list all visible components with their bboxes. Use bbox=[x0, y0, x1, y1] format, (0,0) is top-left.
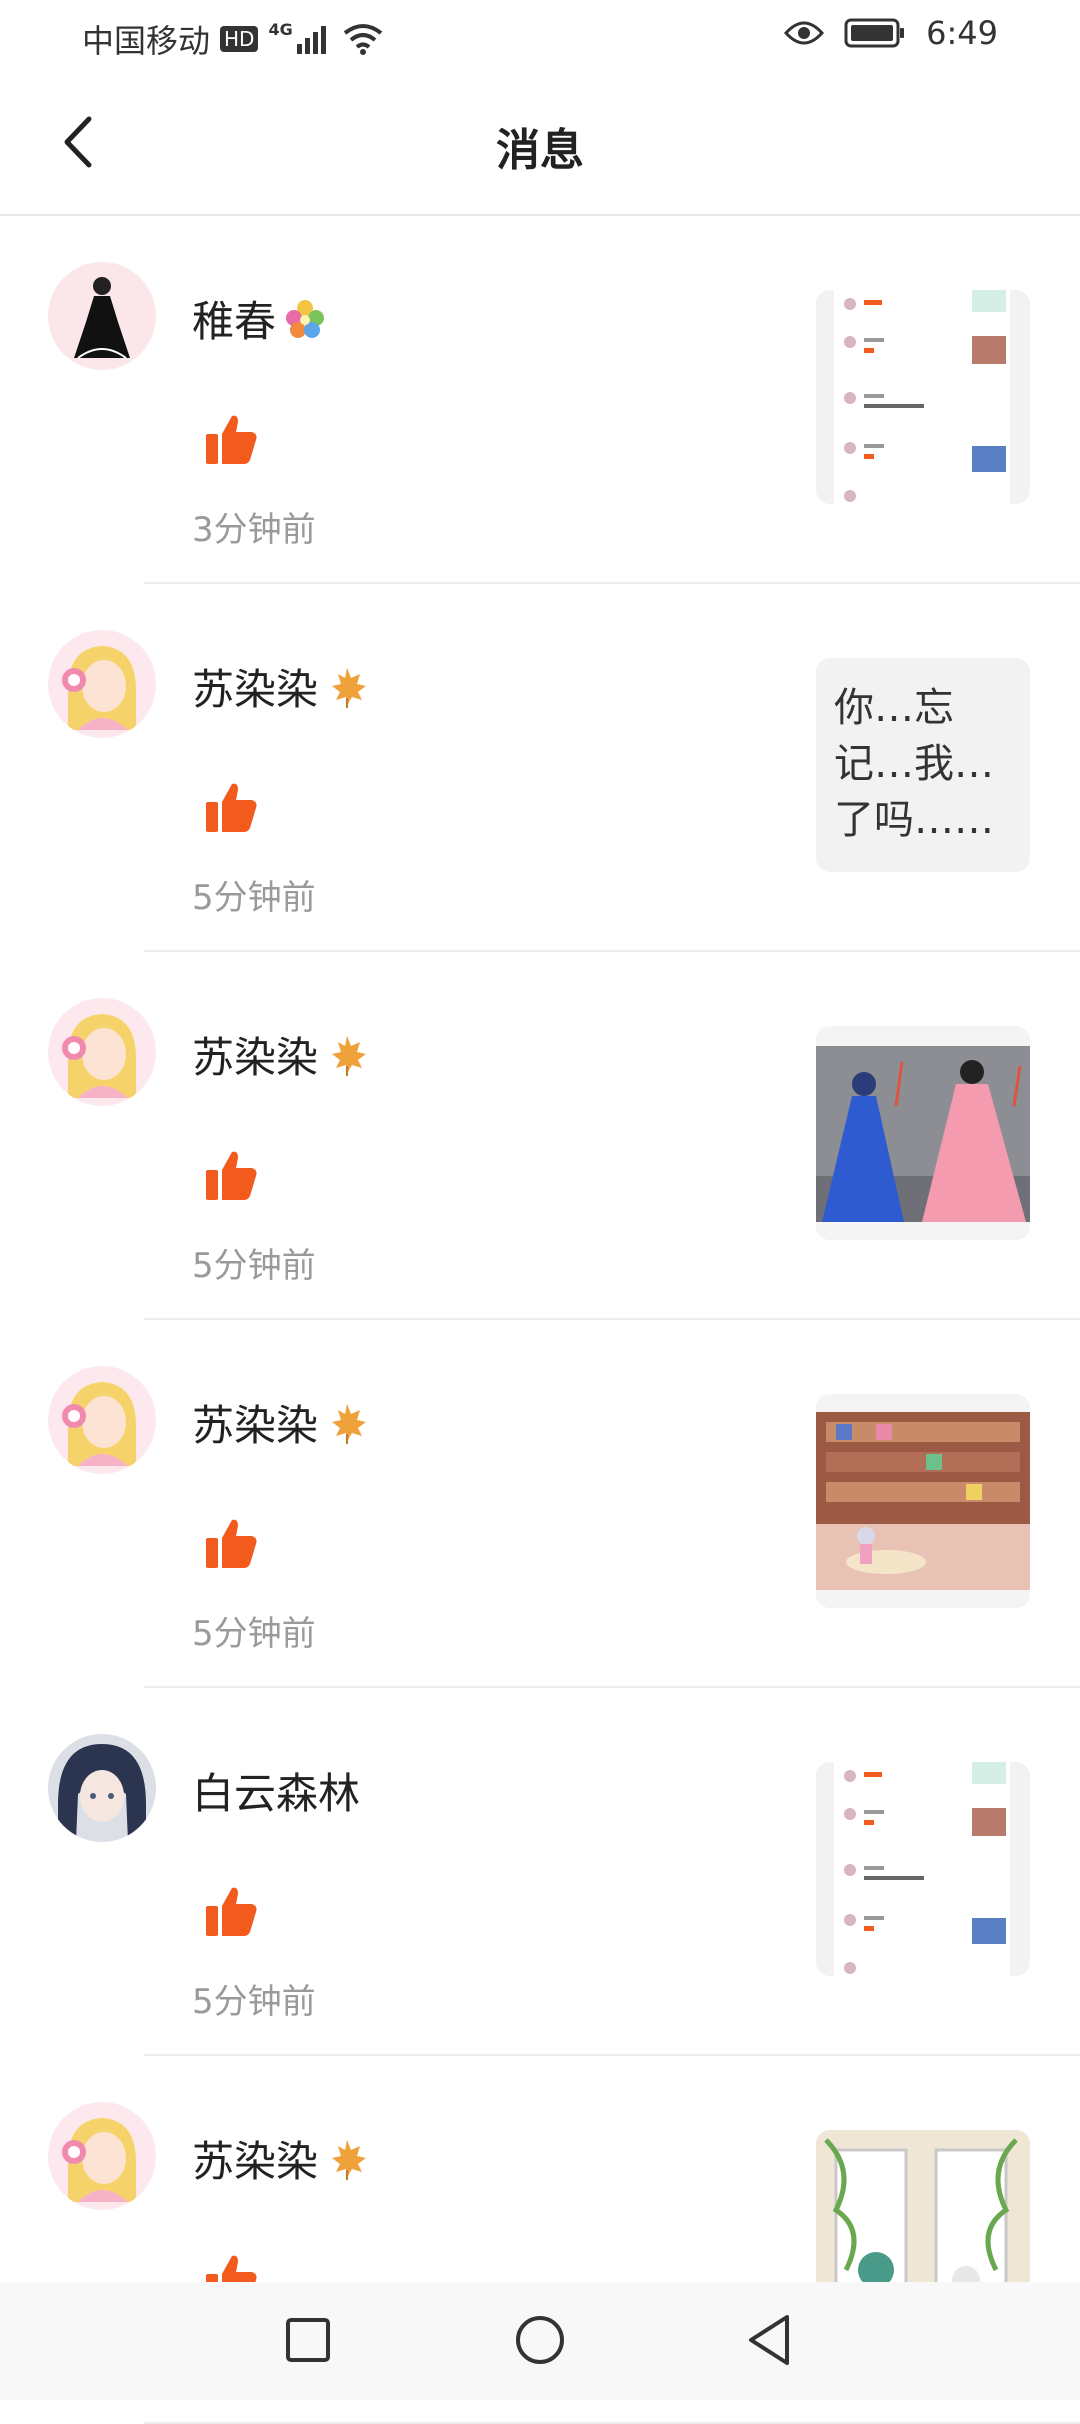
username: 苏染染 bbox=[192, 2128, 370, 2189]
username-text: 苏染染 bbox=[192, 665, 319, 714]
username-text: 苏染染 bbox=[192, 2137, 319, 2186]
eye-icon bbox=[784, 21, 825, 45]
message-list[interactable]: 稚春 3分钟前 苏染染 5分钟前 你…忘记…我…了吗…… 苏染染 5分钟前 苏染… bbox=[0, 216, 1080, 2424]
page-title: 消息 bbox=[496, 125, 584, 176]
message-time: 5分钟前 bbox=[192, 1614, 316, 1654]
avatar[interactable] bbox=[48, 998, 156, 1106]
username-text: 苏染染 bbox=[192, 1033, 319, 1082]
message-item[interactable]: 苏染染 5分钟前 bbox=[0, 952, 1080, 1320]
triangle-back-icon bbox=[749, 2315, 789, 2365]
avatar-image bbox=[48, 2102, 156, 2210]
avatar[interactable] bbox=[48, 262, 156, 370]
thumbnail-image-dolls[interactable] bbox=[816, 1026, 1030, 1240]
thumbnail-image-room[interactable] bbox=[816, 1394, 1030, 1608]
wifi-icon bbox=[343, 24, 382, 55]
avatar[interactable] bbox=[48, 2102, 156, 2210]
avatar[interactable] bbox=[48, 1366, 156, 1474]
avatar[interactable] bbox=[48, 630, 156, 738]
avatar-image bbox=[48, 1734, 156, 1842]
like-icon bbox=[206, 1887, 257, 1936]
status-bar: 中国移动 HD 4G 6:49 bbox=[0, 0, 1080, 72]
message-item[interactable]: 苏染染 5分钟前 bbox=[0, 1320, 1080, 1688]
message-item[interactable]: 稚春 3分钟前 bbox=[0, 216, 1080, 584]
thumbnail-image bbox=[816, 290, 1030, 504]
thumbnail-image bbox=[816, 1394, 1030, 1608]
username: 稚春 bbox=[192, 288, 328, 349]
thumbnail-image bbox=[816, 1026, 1030, 1240]
status-left: 中国移动 HD 4G bbox=[82, 16, 383, 62]
username-text: 稚春 bbox=[192, 297, 277, 346]
network-type: 4G bbox=[268, 19, 293, 39]
clock: 6:49 bbox=[926, 14, 998, 52]
carrier-name: 中国移动 bbox=[82, 22, 211, 60]
avatar-image bbox=[48, 630, 156, 738]
thumbnail-screenshot[interactable] bbox=[816, 1762, 1030, 1976]
message-time: 5分钟前 bbox=[192, 1982, 316, 2022]
avatar[interactable] bbox=[48, 1734, 156, 1842]
message-time: 5分钟前 bbox=[192, 1246, 316, 1286]
header: 消息 bbox=[0, 72, 1080, 216]
message-time: 5分钟前 bbox=[192, 878, 316, 918]
like-icon bbox=[206, 415, 257, 464]
back-nav-button[interactable] bbox=[740, 2310, 800, 2370]
thumbnail-screenshot[interactable] bbox=[816, 290, 1030, 504]
hd-badge: HD bbox=[220, 26, 259, 52]
username: 白云森林 bbox=[192, 1760, 360, 1821]
system-nav-bar bbox=[0, 2282, 1080, 2400]
username: 苏染染 bbox=[192, 656, 370, 717]
maple-leaf-icon bbox=[332, 1035, 367, 1076]
circle-icon bbox=[516, 2316, 564, 2364]
signal-icon bbox=[296, 26, 326, 54]
message-item[interactable]: 苏染染 5分钟前 你…忘记…我…了吗…… bbox=[0, 584, 1080, 952]
message-time: 3分钟前 bbox=[192, 510, 316, 550]
thumbnail-image bbox=[816, 1762, 1030, 1976]
status-right: 6:49 bbox=[784, 14, 998, 52]
thumbnail-quote: 你…忘记…我…了吗…… bbox=[834, 685, 994, 843]
like-icon bbox=[206, 783, 257, 832]
maple-leaf-icon bbox=[332, 667, 367, 708]
username-text: 白云森林 bbox=[192, 1769, 361, 1818]
square-icon bbox=[286, 2318, 330, 2362]
maple-leaf-icon bbox=[332, 2139, 367, 2180]
maple-leaf-icon bbox=[332, 1403, 367, 1444]
avatar-image bbox=[48, 262, 156, 370]
like-icon bbox=[206, 1151, 257, 1200]
username: 苏染染 bbox=[192, 1392, 370, 1453]
home-button[interactable] bbox=[510, 2310, 570, 2370]
username: 苏染染 bbox=[192, 1024, 370, 1085]
message-item[interactable]: 白云森林 5分钟前 bbox=[0, 1688, 1080, 2056]
recent-apps-button[interactable] bbox=[278, 2310, 338, 2370]
username-text: 苏染染 bbox=[192, 1401, 319, 1450]
avatar-image bbox=[48, 1366, 156, 1474]
avatar-image bbox=[48, 998, 156, 1106]
flower-emoji-icon bbox=[286, 299, 325, 338]
like-icon bbox=[206, 1519, 257, 1568]
battery-icon bbox=[844, 18, 905, 48]
thumbnail-text[interactable]: 你…忘记…我…了吗…… bbox=[816, 658, 1030, 872]
